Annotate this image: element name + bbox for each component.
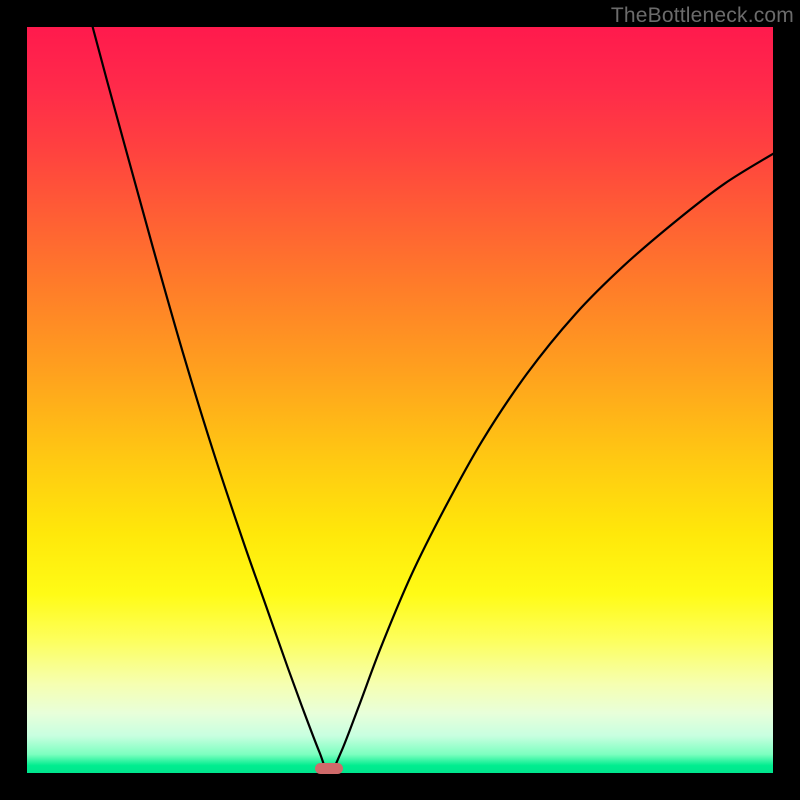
chart-frame: TheBottleneck.com bbox=[0, 0, 800, 800]
bottleneck-curve bbox=[27, 27, 773, 773]
watermark-text: TheBottleneck.com bbox=[611, 4, 794, 28]
optimum-marker bbox=[315, 763, 343, 774]
curve-layer bbox=[27, 27, 773, 773]
plot-area bbox=[27, 27, 773, 773]
